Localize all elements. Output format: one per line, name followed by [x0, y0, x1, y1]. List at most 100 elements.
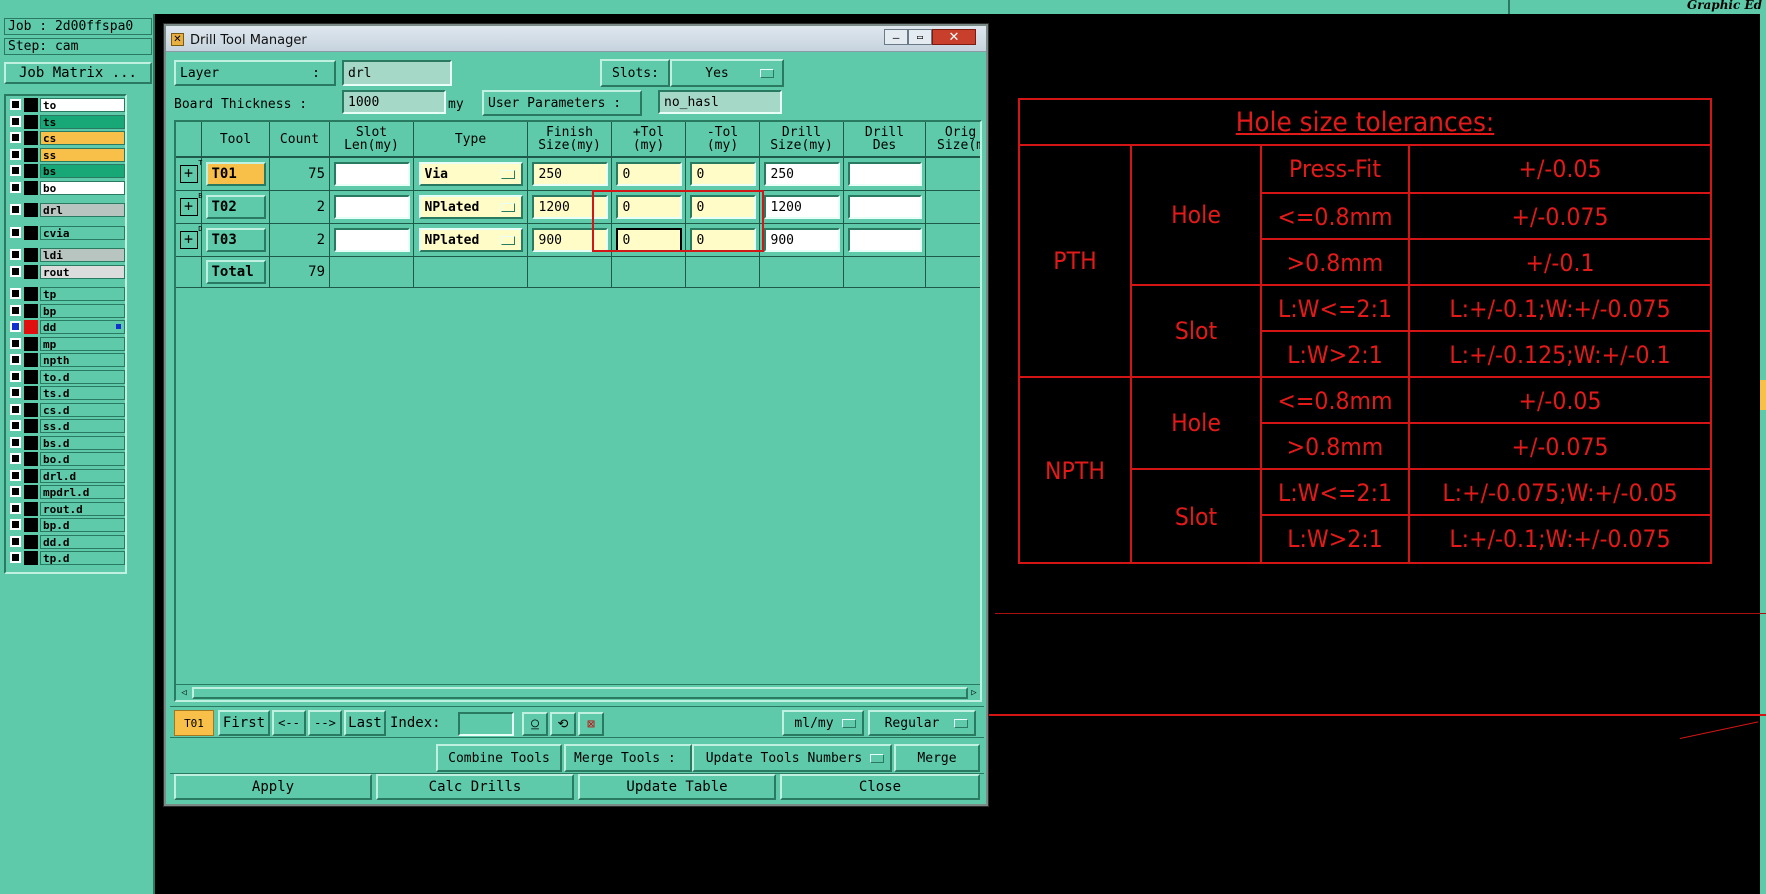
type-dropdown[interactable]: Via	[418, 162, 523, 186]
layer-row[interactable]: ts	[8, 114, 125, 129]
layer-row[interactable]: bs.d	[8, 435, 125, 450]
layer-checkbox[interactable]	[10, 370, 21, 382]
layer-row[interactable]: bp	[8, 303, 125, 318]
layer-checkbox[interactable]	[10, 552, 21, 563]
layer-row[interactable]: bp.d	[8, 518, 125, 532]
layer-row[interactable]: bs	[8, 164, 125, 178]
layer-row[interactable]: cs	[8, 131, 125, 145]
layer-row[interactable]: bo	[8, 180, 125, 195]
layer-row[interactable]: tp.d	[8, 551, 125, 565]
layer-checkbox[interactable]	[10, 387, 21, 398]
plus-tolerance-input[interactable]: 0	[615, 162, 682, 186]
drill-des-input[interactable]	[847, 195, 922, 219]
finish-size-input[interactable]: 900	[531, 228, 608, 252]
layer-row[interactable]: drl	[8, 203, 125, 217]
layer-row[interactable]: to.d	[8, 369, 125, 384]
delete-icon[interactable]: ⊠	[578, 712, 604, 736]
index-input[interactable]	[458, 712, 514, 736]
minus-tolerance-input[interactable]: 0	[689, 162, 756, 186]
minimize-button[interactable]: ‒	[884, 29, 908, 45]
tool-button[interactable]: T02	[205, 195, 266, 219]
apply-button[interactable]: Apply	[174, 774, 372, 800]
plus-tolerance-input[interactable]: 0	[615, 195, 682, 219]
slot-length-input[interactable]	[333, 195, 410, 219]
layer-row[interactable]: ts.d	[8, 386, 125, 400]
layer-checkbox[interactable]	[10, 99, 21, 110]
layer-checkbox[interactable]	[10, 304, 21, 316]
layer-checkbox[interactable]	[10, 288, 21, 299]
layer-checkbox[interactable]	[10, 420, 21, 431]
layer-checkbox[interactable]	[10, 226, 21, 238]
minus-tolerance-input[interactable]: 0	[689, 195, 756, 219]
drill-size-input[interactable]: 900	[763, 228, 840, 252]
first-button[interactable]: First	[218, 710, 270, 736]
slots-dropdown[interactable]: Yes	[670, 59, 784, 87]
layer-row[interactable]: dd.d	[8, 534, 125, 549]
plus-tolerance-input[interactable]: 0	[615, 228, 682, 252]
drill-size-input[interactable]: 250	[763, 162, 840, 186]
layer-input[interactable]: drl	[342, 60, 452, 86]
layer-checkbox[interactable]	[10, 321, 21, 332]
horizontal-scrollbar[interactable]: ◁ ▷	[176, 684, 980, 700]
last-button[interactable]: Last	[344, 710, 386, 736]
tool-button[interactable]: T03	[205, 228, 266, 252]
scroll-right-arrow[interactable]: ▷	[968, 687, 980, 699]
maximize-button[interactable]: ▭	[908, 29, 932, 45]
layer-checkbox[interactable]	[10, 337, 21, 349]
expand-icon[interactable]: + B	[179, 193, 203, 216]
layer-row[interactable]: mpdrl.d	[8, 485, 125, 499]
layer-row[interactable]: tp	[8, 287, 125, 301]
combine-tools-button[interactable]: Combine Tools	[436, 744, 562, 772]
expand-icon[interactable]: + T	[179, 160, 203, 183]
layer-row[interactable]: ldi	[8, 248, 125, 262]
previous-button[interactable]: <--	[272, 710, 306, 736]
layer-row[interactable]: bo.d	[8, 452, 125, 466]
next-button[interactable]: -->	[308, 710, 342, 736]
layer-checkbox[interactable]	[10, 354, 21, 365]
type-dropdown[interactable]: NPlated	[418, 228, 523, 252]
close-button[interactable]: Close	[780, 774, 980, 800]
layer-row[interactable]: rout	[8, 264, 125, 279]
layer-row[interactable]: drl.d	[8, 468, 125, 483]
user-parameters-input[interactable]: no_hasl	[658, 90, 782, 114]
layer-row[interactable]: ss	[8, 147, 125, 162]
layer-checkbox[interactable]	[10, 403, 21, 415]
merge-option-dropdown[interactable]: Update Tools Numbers	[692, 744, 892, 772]
layer-checkbox[interactable]	[10, 502, 21, 514]
layer-row[interactable]: cvia	[8, 225, 125, 240]
layer-checkbox[interactable]	[10, 519, 21, 530]
layer-row[interactable]: rout.d	[8, 501, 125, 516]
type-dropdown[interactable]: NPlated	[418, 195, 523, 219]
refresh-icon[interactable]: ⟲	[550, 712, 576, 736]
layer-row[interactable]: cs.d	[8, 402, 125, 417]
layer-checkbox[interactable]	[10, 165, 21, 176]
job-matrix-button[interactable]: Job Matrix ...	[4, 62, 152, 84]
drill-size-input[interactable]: 1200	[763, 195, 840, 219]
lamp-icon[interactable]: ⍜	[522, 712, 548, 736]
layer-row[interactable]: ss.d	[8, 419, 125, 433]
slot-length-input[interactable]	[333, 162, 410, 186]
layer-checkbox[interactable]	[10, 436, 21, 448]
user-parameters-button[interactable]: User Parameters :	[482, 90, 642, 116]
minus-tolerance-input[interactable]: 0	[689, 228, 756, 252]
layer-checkbox[interactable]	[10, 132, 21, 143]
drill-des-input[interactable]	[847, 162, 922, 186]
finish-size-input[interactable]: 1200	[531, 195, 608, 219]
layer-row[interactable]: npth	[8, 353, 125, 367]
update-table-button[interactable]: Update Table	[578, 774, 776, 800]
tool-button[interactable]: T01	[205, 162, 266, 186]
finish-size-input[interactable]: 250	[531, 162, 608, 186]
slot-length-input[interactable]	[333, 228, 410, 252]
drill-des-input[interactable]	[847, 228, 922, 252]
layer-row[interactable]: mp	[8, 336, 125, 351]
layer-checkbox[interactable]	[10, 265, 21, 277]
layer-checkbox[interactable]	[10, 181, 21, 193]
layer-checkbox[interactable]	[10, 249, 21, 260]
calc-drills-button[interactable]: Calc Drills	[376, 774, 574, 800]
layer-checkbox[interactable]	[10, 486, 21, 497]
merge-button[interactable]: Merge	[894, 744, 980, 772]
scroll-left-arrow[interactable]: ◁	[178, 687, 190, 699]
scroll-thumb[interactable]	[192, 687, 968, 699]
layer-checkbox[interactable]	[10, 535, 21, 547]
layer-checkbox[interactable]	[10, 148, 21, 160]
